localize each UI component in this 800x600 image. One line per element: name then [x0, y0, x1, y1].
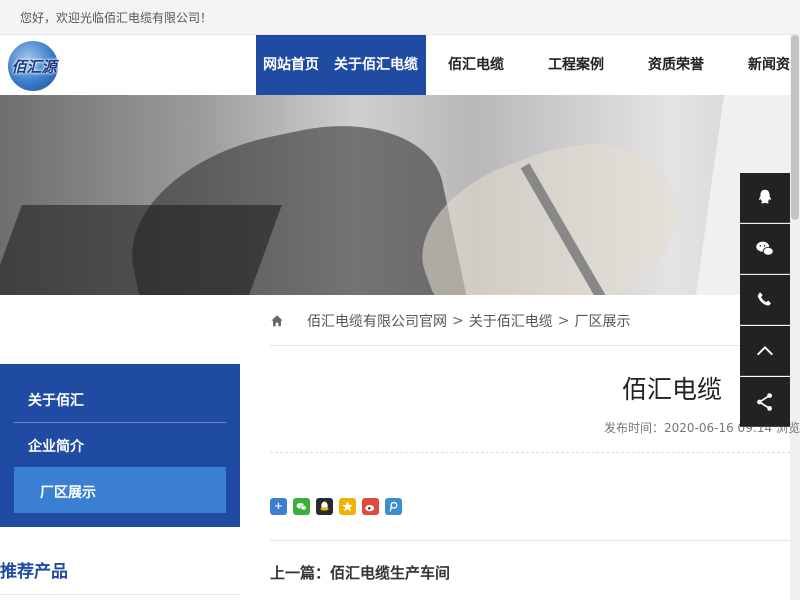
float-phone-button[interactable]: [740, 275, 790, 325]
qq-icon[interactable]: [316, 498, 333, 515]
logo[interactable]: 佰汇源: [4, 39, 60, 95]
recommend-title: 推荐产品: [0, 562, 68, 582]
float-share-button[interactable]: [740, 377, 790, 427]
sidebar: 关于佰汇 企业简介 厂区展示: [0, 364, 240, 527]
nav-item-news[interactable]: 新闻资: [726, 35, 790, 95]
divider: [270, 345, 790, 346]
nav-item-about[interactable]: 关于佰汇电缆: [326, 35, 426, 95]
banner-image: [0, 95, 790, 295]
share-more-icon[interactable]: +: [270, 498, 287, 515]
breadcrumb: 佰汇电缆有限公司官网 > 关于佰汇电缆 > 厂区展示: [270, 310, 630, 332]
sidebar-item-label: 厂区展示: [40, 485, 96, 501]
floating-contact-bar: [740, 173, 790, 428]
share-icon: [757, 392, 772, 411]
sidebar-divider: [14, 422, 226, 423]
divider: [0, 594, 240, 595]
breadcrumb-current[interactable]: 厂区展示: [574, 311, 630, 331]
prev-article-link[interactable]: 上一篇：佰汇电缆生产车间: [270, 562, 450, 583]
page-scrollbar[interactable]: [790, 35, 800, 600]
sidebar-heading[interactable]: 关于佰汇: [28, 390, 84, 410]
nav-item-products[interactable]: 佰汇电缆: [426, 35, 526, 95]
qzone-icon[interactable]: [339, 498, 356, 515]
breadcrumb-separator: >: [557, 313, 570, 329]
nav-item-cases[interactable]: 工程案例: [526, 35, 626, 95]
phone-icon: [757, 291, 771, 305]
nav-item-honors[interactable]: 资质荣誉: [626, 35, 726, 95]
sidebar-item-factory[interactable]: 厂区展示: [14, 467, 226, 513]
wechat-icon[interactable]: [293, 498, 310, 515]
scrollbar-thumb[interactable]: [791, 35, 799, 220]
chevron-up-icon: [757, 345, 773, 355]
logo-text: 佰汇源: [11, 58, 57, 76]
nav-item-home[interactable]: 网站首页: [256, 35, 326, 95]
qq-icon: [759, 189, 771, 203]
weibo-icon[interactable]: [362, 498, 379, 515]
float-qq-button[interactable]: [740, 173, 790, 223]
float-wechat-button[interactable]: [740, 224, 790, 274]
breadcrumb-separator: >: [452, 313, 464, 329]
home-icon[interactable]: [270, 314, 284, 328]
welcome-text: 您好，欢迎光临佰汇电缆有限公司！: [20, 11, 213, 25]
divider: [270, 452, 790, 453]
sidebar-item-intro[interactable]: 企业简介: [28, 436, 84, 456]
tencent-weibo-icon[interactable]: [385, 498, 402, 515]
float-top-button[interactable]: [740, 326, 790, 376]
share-bar: +: [270, 498, 402, 515]
breadcrumb-link-about[interactable]: 关于佰汇电缆: [469, 311, 553, 331]
article-title: 佰汇电缆: [622, 375, 723, 404]
top-bar: 您好，欢迎光临佰汇电缆有限公司！: [0, 0, 800, 35]
breadcrumb-link-site[interactable]: 佰汇电缆有限公司官网: [307, 311, 447, 331]
wechat-icon: [756, 241, 774, 256]
divider: [270, 540, 790, 541]
header: 佰汇源 网站首页 关于佰汇电缆 佰汇电缆 工程案例 资质荣誉 新闻资: [0, 35, 800, 95]
